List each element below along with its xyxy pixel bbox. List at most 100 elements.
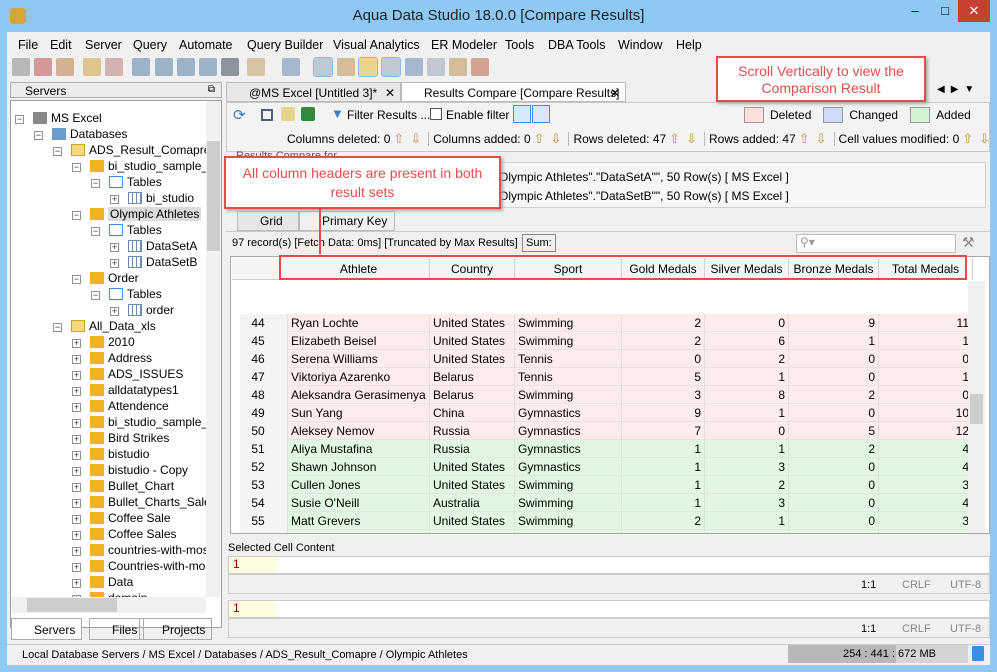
expand-icon[interactable]: + xyxy=(72,563,81,572)
table-cell[interactable]: Aliya Mustafina xyxy=(288,440,430,458)
table-cell[interactable]: 2 xyxy=(622,314,705,332)
close-button[interactable]: ✕ xyxy=(958,0,990,22)
editor-tab[interactable]: @MS Excel [Untitled 3]* ✕ xyxy=(226,82,401,102)
garbage-collect-icon[interactable] xyxy=(972,646,984,661)
expand-icon[interactable]: + xyxy=(72,531,81,540)
close-tab-icon[interactable]: ✕ xyxy=(385,83,395,103)
table-cell[interactable]: Australia xyxy=(430,494,515,512)
table-cell[interactable]: Aleksandra Gerasimenya xyxy=(288,386,430,404)
menu-tools[interactable]: Tools xyxy=(505,38,534,52)
editor-tab[interactable]: Results Compare [Compare Results] ✕ xyxy=(401,82,626,102)
table-cell[interactable]: China xyxy=(430,404,515,422)
menu-query-builder[interactable]: Query Builder xyxy=(247,38,323,52)
scroll-thumb[interactable] xyxy=(207,141,220,251)
export-excel-icon[interactable] xyxy=(301,107,315,121)
expand-icon[interactable]: + xyxy=(72,547,81,556)
expand-icon[interactable]: + xyxy=(110,307,119,316)
table-row[interactable]: 49 Sun Yang China Gymnastics 9 1 0 10 xyxy=(240,404,973,422)
tree-item[interactable]: − Olympic Athletes xyxy=(72,206,202,222)
table-cell[interactable]: 1 xyxy=(622,494,705,512)
menu-edit[interactable]: Edit xyxy=(50,38,72,52)
table-cell[interactable]: Gymnastics xyxy=(515,422,622,440)
table-cell[interactable]: 2 xyxy=(705,350,789,368)
grid-settings-icon[interactable]: ⚒ xyxy=(962,234,975,251)
tree-item[interactable]: + Address xyxy=(72,350,152,366)
scroll-thumb[interactable] xyxy=(27,598,117,612)
table-cell[interactable]: An Hyeon-Su xyxy=(288,530,430,533)
table-cell[interactable]: Tennis xyxy=(515,350,622,368)
table-cell[interactable]: 0 xyxy=(622,350,705,368)
expand-icon[interactable]: + xyxy=(72,579,81,588)
tree-item[interactable]: − bi_studio_sample_da xyxy=(72,158,221,174)
expand-icon[interactable]: + xyxy=(72,339,81,348)
collapse-icon[interactable]: − xyxy=(91,227,100,236)
toolbar-button-icon[interactable] xyxy=(221,58,239,76)
table-cell[interactable]: 5 xyxy=(789,422,879,440)
table-cell[interactable]: Swimming xyxy=(515,512,622,530)
menu-window[interactable]: Window xyxy=(618,38,662,52)
table-cell[interactable]: 0 xyxy=(789,458,879,476)
table-cell[interactable]: 0 xyxy=(789,404,879,422)
toolbar-button-icon[interactable] xyxy=(132,58,150,76)
tab-primary-key[interactable]: Primary Key xyxy=(299,211,395,231)
table-cell[interactable]: United States xyxy=(430,458,515,476)
expand-icon[interactable]: + xyxy=(72,435,81,444)
tree-item[interactable]: + DataSetB xyxy=(110,254,197,270)
table-cell[interactable]: 0 xyxy=(789,494,879,512)
table-cell[interactable]: 2 xyxy=(789,386,879,404)
tree-item[interactable]: + Bullet_Charts_Sales xyxy=(72,494,217,510)
collapse-icon[interactable]: − xyxy=(15,115,24,124)
table-cell[interactable]: 9 xyxy=(789,314,879,332)
grid-vertical-scrollbar[interactable] xyxy=(968,281,985,533)
collapse-icon[interactable]: − xyxy=(72,275,81,284)
table-cell[interactable]: 5 xyxy=(622,368,705,386)
tree-item[interactable]: − Tables xyxy=(91,174,162,190)
next-difference-icon[interactable]: ⇩ xyxy=(686,131,697,146)
toolbar-button-icon[interactable] xyxy=(105,58,123,76)
tree-item[interactable]: + ADS_ISSUES xyxy=(72,366,183,382)
refresh-icon[interactable]: ⟳ xyxy=(233,106,246,124)
table-cell[interactable]: Tennis xyxy=(515,368,622,386)
table-cell[interactable]: 12 xyxy=(879,422,973,440)
table-cell[interactable]: United States xyxy=(430,350,515,368)
toolbar-button-icon[interactable] xyxy=(56,58,74,76)
menu-file[interactable]: File xyxy=(18,38,38,52)
toolbar-button-icon[interactable] xyxy=(449,58,467,76)
table-cell[interactable]: 2 xyxy=(622,512,705,530)
table-cell[interactable]: 4 xyxy=(879,530,973,533)
collapse-icon[interactable]: − xyxy=(53,147,62,156)
tree-item[interactable]: + alldatatypes1 xyxy=(72,382,179,398)
table-cell[interactable]: 0 xyxy=(789,350,879,368)
expand-icon[interactable]: + xyxy=(72,419,81,428)
table-cell[interactable]: 1 xyxy=(879,368,973,386)
expand-icon[interactable]: + xyxy=(110,195,119,204)
expand-icon[interactable]: + xyxy=(72,483,81,492)
table-cell[interactable]: 3 xyxy=(879,512,973,530)
table-cell[interactable]: Sun Yang xyxy=(288,404,430,422)
table-cell[interactable]: 0 xyxy=(705,422,789,440)
toolbar-button-icon[interactable] xyxy=(337,58,355,76)
menu-query[interactable]: Query xyxy=(133,38,167,52)
table-cell[interactable]: Swimming xyxy=(515,314,622,332)
tree-item[interactable]: − MS Excel xyxy=(15,110,102,126)
table-cell[interactable]: 2 xyxy=(789,440,879,458)
tree-item[interactable]: + Countries-with-most- xyxy=(72,558,219,574)
tree-item[interactable]: − Order xyxy=(72,270,139,286)
tab-servers[interactable]: Servers xyxy=(11,618,83,640)
table-cell[interactable]: 9 xyxy=(622,404,705,422)
menu-visual-analytics[interactable]: Visual Analytics xyxy=(333,38,420,52)
tree-item[interactable]: + Coffee Sale xyxy=(72,510,171,526)
toolbar-button-icon[interactable] xyxy=(83,58,101,76)
table-cell[interactable]: 1 xyxy=(622,476,705,494)
toolbar-button-icon[interactable] xyxy=(427,58,445,76)
previous-difference-icon[interactable]: ⇧ xyxy=(962,131,973,146)
tree-item[interactable]: + bistudio - Copy xyxy=(72,462,188,478)
table-cell[interactable]: United States xyxy=(430,332,515,350)
tab-grid[interactable]: Grid xyxy=(237,211,299,231)
tree-item[interactable]: − All_Data_xls xyxy=(53,318,156,334)
table-cell[interactable]: 4 xyxy=(879,494,973,512)
scroll-thumb[interactable] xyxy=(970,394,983,424)
table-cell[interactable]: 1 xyxy=(705,512,789,530)
tree-item[interactable]: + countries-with-most- xyxy=(72,542,216,558)
tree-item[interactable]: + bi_studio xyxy=(110,190,194,206)
